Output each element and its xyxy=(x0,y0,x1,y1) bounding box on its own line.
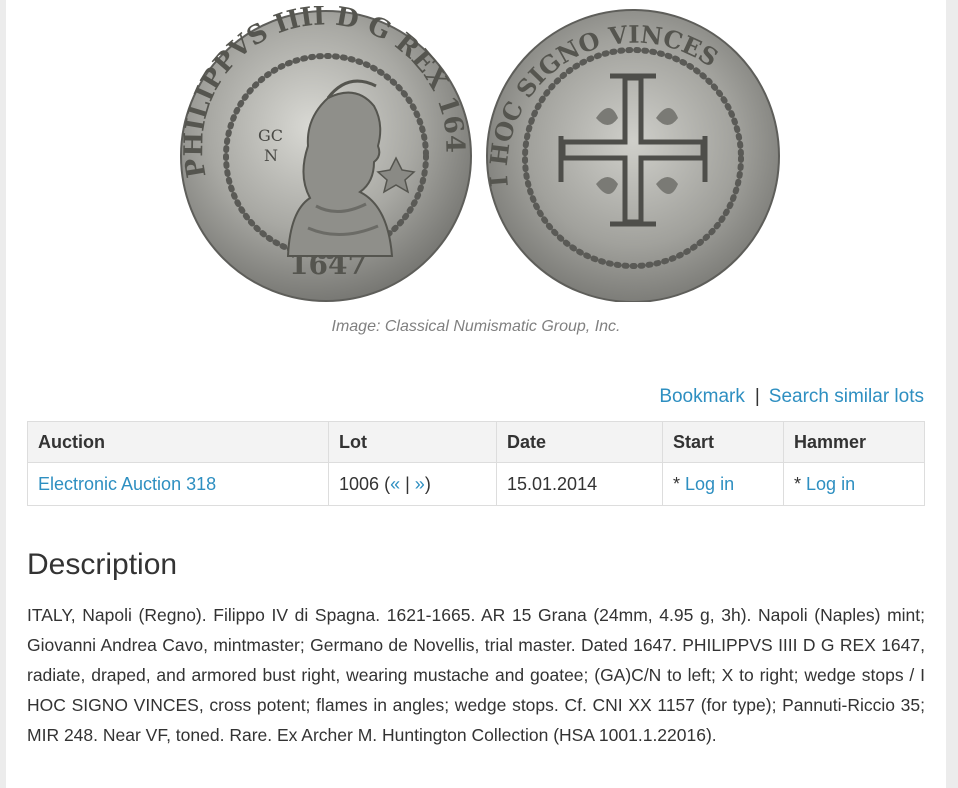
start-prefix: * xyxy=(673,473,681,494)
lot-number: 1006 xyxy=(339,473,380,494)
previous-lot-link[interactable]: « xyxy=(390,474,400,494)
lot-table: Auction Lot Date Start Hammer Electronic… xyxy=(27,421,925,506)
header-date: Date xyxy=(496,421,663,463)
auction-link[interactable]: Electronic Auction 318 xyxy=(38,474,216,494)
obverse-mark-gc: GC xyxy=(258,126,283,145)
actions-separator: | xyxy=(754,386,760,407)
description-heading: Description xyxy=(27,548,178,581)
header-lot: Lot xyxy=(328,421,497,463)
cell-lot: 1006 (« | ») xyxy=(328,462,497,506)
start-login-link[interactable]: Log in xyxy=(685,474,734,494)
coin-reverse: I HOC SIGNO VINCES xyxy=(484,9,780,302)
coin-obverse: PHILIPPVS IIII D G REX 1647 1647 GC N xyxy=(178,6,472,302)
header-start: Start xyxy=(662,421,784,463)
lot-page: PHILIPPVS IIII D G REX 1647 1647 GC N I … xyxy=(6,0,946,788)
cell-start: * Log in xyxy=(662,462,784,506)
cell-date: 15.01.2014 xyxy=(496,462,663,506)
table-row: Electronic Auction 318 1006 (« | ») 15.0… xyxy=(27,462,925,506)
obverse-mark-n: N xyxy=(264,146,278,165)
header-hammer: Hammer xyxy=(783,421,925,463)
bookmark-link[interactable]: Bookmark xyxy=(659,386,745,407)
lot-close-paren: ) xyxy=(424,473,431,494)
hammer-prefix: * xyxy=(794,473,802,494)
hammer-login-link[interactable]: Log in xyxy=(806,474,855,494)
search-similar-link[interactable]: Search similar lots xyxy=(769,386,924,407)
image-caption: Image: Classical Numismatic Group, Inc. xyxy=(331,318,621,335)
lot-actions: Bookmark | Search similar lots xyxy=(659,386,924,408)
lot-nav-separator: | xyxy=(405,473,410,494)
coin-photo: PHILIPPVS IIII D G REX 1647 1647 GC N I … xyxy=(178,6,782,302)
cell-hammer: * Log in xyxy=(783,462,925,506)
table-header-row: Auction Lot Date Start Hammer xyxy=(27,421,925,463)
next-lot-link[interactable]: » xyxy=(415,474,425,494)
description-text: ITALY, Napoli (Regno). Filippo IV di Spa… xyxy=(27,605,925,745)
header-auction: Auction xyxy=(27,421,329,463)
cell-auction: Electronic Auction 318 xyxy=(27,462,329,506)
